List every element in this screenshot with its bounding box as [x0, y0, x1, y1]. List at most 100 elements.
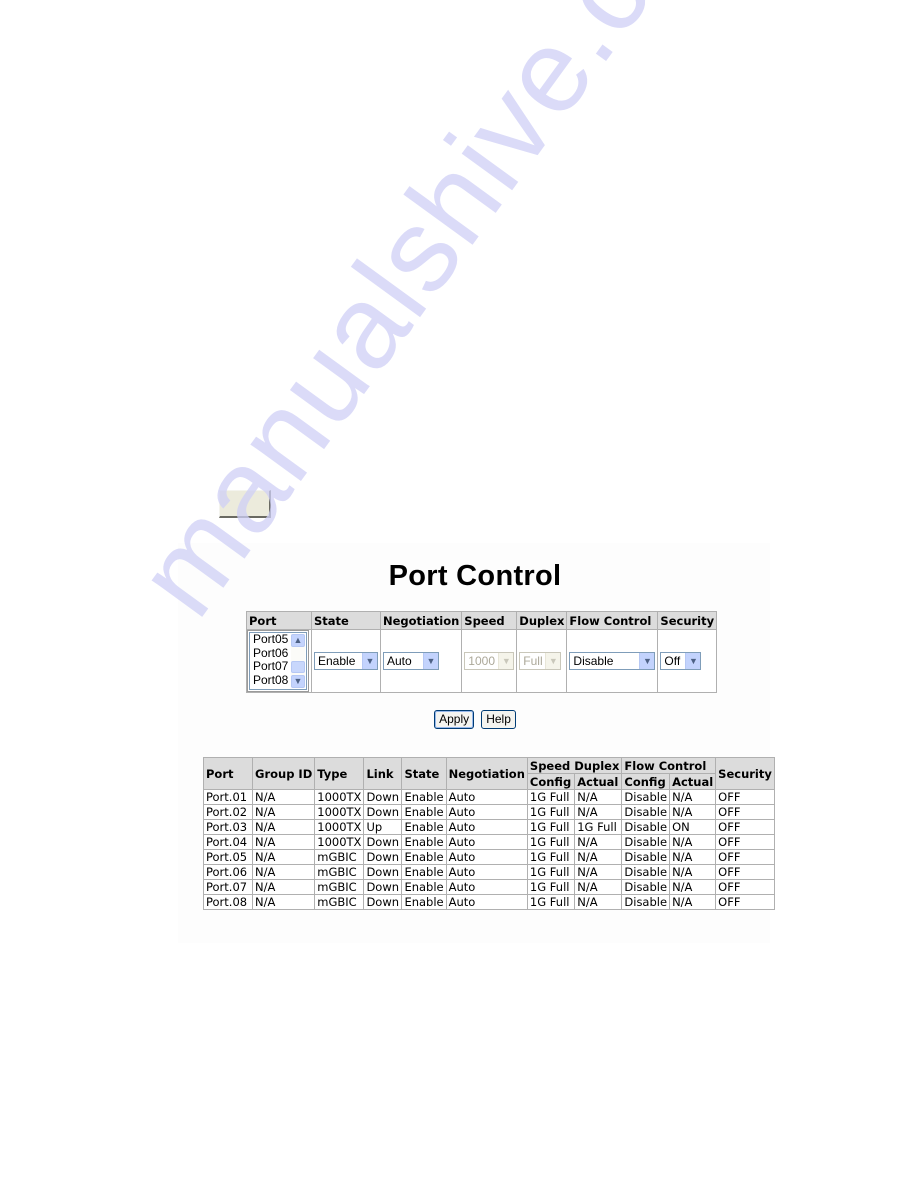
cell-group-id: N/A: [251, 834, 316, 850]
cell-flow-control-config: Disable: [621, 789, 671, 805]
table-row: Port.02 N/A 1000TX Down Enable Auto 1G Full N/A…: [203, 804, 775, 820]
cell-group-id: N/A: [251, 849, 316, 865]
status-table-body: Port.01 N/A 1000TX Down Enable Auto 1G Full N/A…: [203, 789, 775, 910]
duplex-select: Full ▼: [519, 652, 562, 670]
cell-group-id: N/A: [251, 864, 316, 880]
security-select-value: Off: [664, 654, 681, 668]
cell-security: OFF: [715, 864, 775, 880]
col-state: State: [401, 757, 447, 790]
cell-link: Down: [363, 849, 403, 865]
cell-speed-duplex-actual: N/A: [574, 894, 623, 910]
cell-security: OFF: [715, 819, 775, 835]
chevron-up-icon[interactable]: ▲: [291, 634, 305, 647]
cell-speed-duplex-config: 1G Full: [526, 864, 576, 880]
cell-port: Port.02: [203, 804, 253, 820]
cell-negotiation: Auto: [445, 804, 528, 820]
cell-port: Port.05: [203, 849, 253, 865]
cell-flow-control-actual: N/A: [669, 804, 717, 820]
flow-control-select[interactable]: Disable ▼: [569, 652, 656, 670]
cell-security: OFF: [715, 804, 775, 820]
cell-type: mGBIC: [314, 894, 365, 910]
cell-type: 1000TX: [314, 819, 365, 835]
apply-button[interactable]: Apply: [434, 710, 475, 729]
cell-flow-control-actual: N/A: [669, 879, 717, 895]
cell-negotiation: Auto: [445, 894, 528, 910]
cell-link: Down: [363, 864, 403, 880]
cell-flow-control-config: Disable: [621, 849, 671, 865]
cell-negotiation: Auto: [445, 819, 528, 835]
cell-flow-control-config: Disable: [621, 864, 671, 880]
help-button[interactable]: Help: [481, 710, 516, 729]
table-row: Port.03 N/A 1000TX Up Enable Auto 1G Full 1G Fu…: [203, 819, 775, 835]
col-group-id: Group ID: [251, 757, 316, 790]
duplex-cell: Full ▼: [516, 629, 568, 693]
cell-state: Enable: [401, 879, 447, 895]
cell-speed-duplex-actual: N/A: [574, 804, 623, 820]
cell-link: Down: [363, 834, 403, 850]
security-cell: Off ▼: [657, 629, 718, 693]
speed-select: 1000 ▼: [464, 652, 515, 670]
col-speed-duplex: Speed Duplex: [526, 757, 623, 774]
chevron-down-icon: ▼: [498, 653, 514, 669]
chevron-down-icon[interactable]: ▼: [291, 675, 305, 688]
state-select[interactable]: Enable ▼: [314, 652, 378, 670]
cell-group-id: N/A: [251, 789, 316, 805]
cell-security: OFF: [715, 879, 775, 895]
col-link: Link: [363, 757, 403, 790]
negotiation-select[interactable]: Auto ▼: [383, 652, 439, 670]
listbox-scrollbar[interactable]: ▲ ▼: [291, 634, 305, 688]
col-speed-duplex-actual: Actual: [574, 773, 623, 790]
state-select-value: Enable: [318, 654, 356, 668]
header-state: State: [311, 611, 381, 630]
cell-flow-control-actual: N/A: [669, 834, 717, 850]
cell-flow-control-config: Disable: [621, 819, 671, 835]
cell-speed-duplex-actual: 1G Full: [574, 819, 623, 835]
blank-button[interactable]: [219, 490, 271, 518]
cell-speed-duplex-config: 1G Full: [526, 819, 576, 835]
cell-group-id: N/A: [251, 879, 316, 895]
cell-port: Port.08: [203, 894, 253, 910]
cell-negotiation: Auto: [445, 789, 528, 805]
cell-speed-duplex-config: 1G Full: [526, 789, 576, 805]
cell-state: Enable: [401, 819, 447, 835]
cell-port: Port.06: [203, 864, 253, 880]
cell-state: Enable: [401, 864, 447, 880]
cell-speed-duplex-actual: N/A: [574, 879, 623, 895]
port-listbox[interactable]: Port05 Port06 Port07 Port08 ▲ ▼: [247, 630, 309, 692]
cell-port: Port.01: [203, 789, 253, 805]
cell-port: Port.07: [203, 879, 253, 895]
cell-group-id: N/A: [251, 804, 316, 820]
chevron-down-icon: ▼: [639, 653, 655, 669]
cell-security: OFF: [715, 834, 775, 850]
cell-flow-control-config: Disable: [621, 894, 671, 910]
cell-group-id: N/A: [251, 819, 316, 835]
button-row: Apply Help: [0, 708, 918, 729]
cell-link: Down: [363, 879, 403, 895]
speed-select-value: 1000: [468, 654, 495, 668]
table-row: Port.05 N/A mGBIC Down Enable Auto 1G Full N/A D…: [203, 849, 775, 865]
cell-speed-duplex-actual: N/A: [574, 864, 623, 880]
scrollbar-thumb[interactable]: [291, 661, 305, 673]
cell-speed-duplex-actual: N/A: [574, 849, 623, 865]
security-select[interactable]: Off ▼: [660, 652, 702, 670]
table-row: Port.01 N/A 1000TX Down Enable Auto 1G Full N/A…: [203, 789, 775, 805]
table-row: Port.08 N/A mGBIC Down Enable Auto 1G Full N/A D…: [203, 894, 775, 910]
cell-flow-control-actual: N/A: [669, 789, 717, 805]
duplex-select-value: Full: [523, 654, 543, 668]
cell-link: Down: [363, 894, 403, 910]
cell-type: mGBIC: [314, 879, 365, 895]
page-title: Port Control: [388, 560, 562, 592]
cell-security: OFF: [715, 789, 775, 805]
cell-flow-control-actual: N/A: [669, 894, 717, 910]
cell-negotiation: Auto: [445, 849, 528, 865]
cell-speed-duplex-config: 1G Full: [526, 894, 576, 910]
speed-cell: 1000 ▼: [461, 629, 518, 693]
header-duplex: Duplex: [516, 611, 568, 630]
col-speed-duplex-config: Config: [526, 773, 576, 790]
header-flow-control: Flow Control: [566, 611, 659, 630]
header-speed: Speed: [461, 611, 518, 630]
col-flow-control-config: Config: [621, 773, 671, 790]
cell-type: 1000TX: [314, 834, 365, 850]
cell-flow-control-actual: N/A: [669, 864, 717, 880]
negotiation-cell: Auto ▼: [379, 629, 463, 693]
